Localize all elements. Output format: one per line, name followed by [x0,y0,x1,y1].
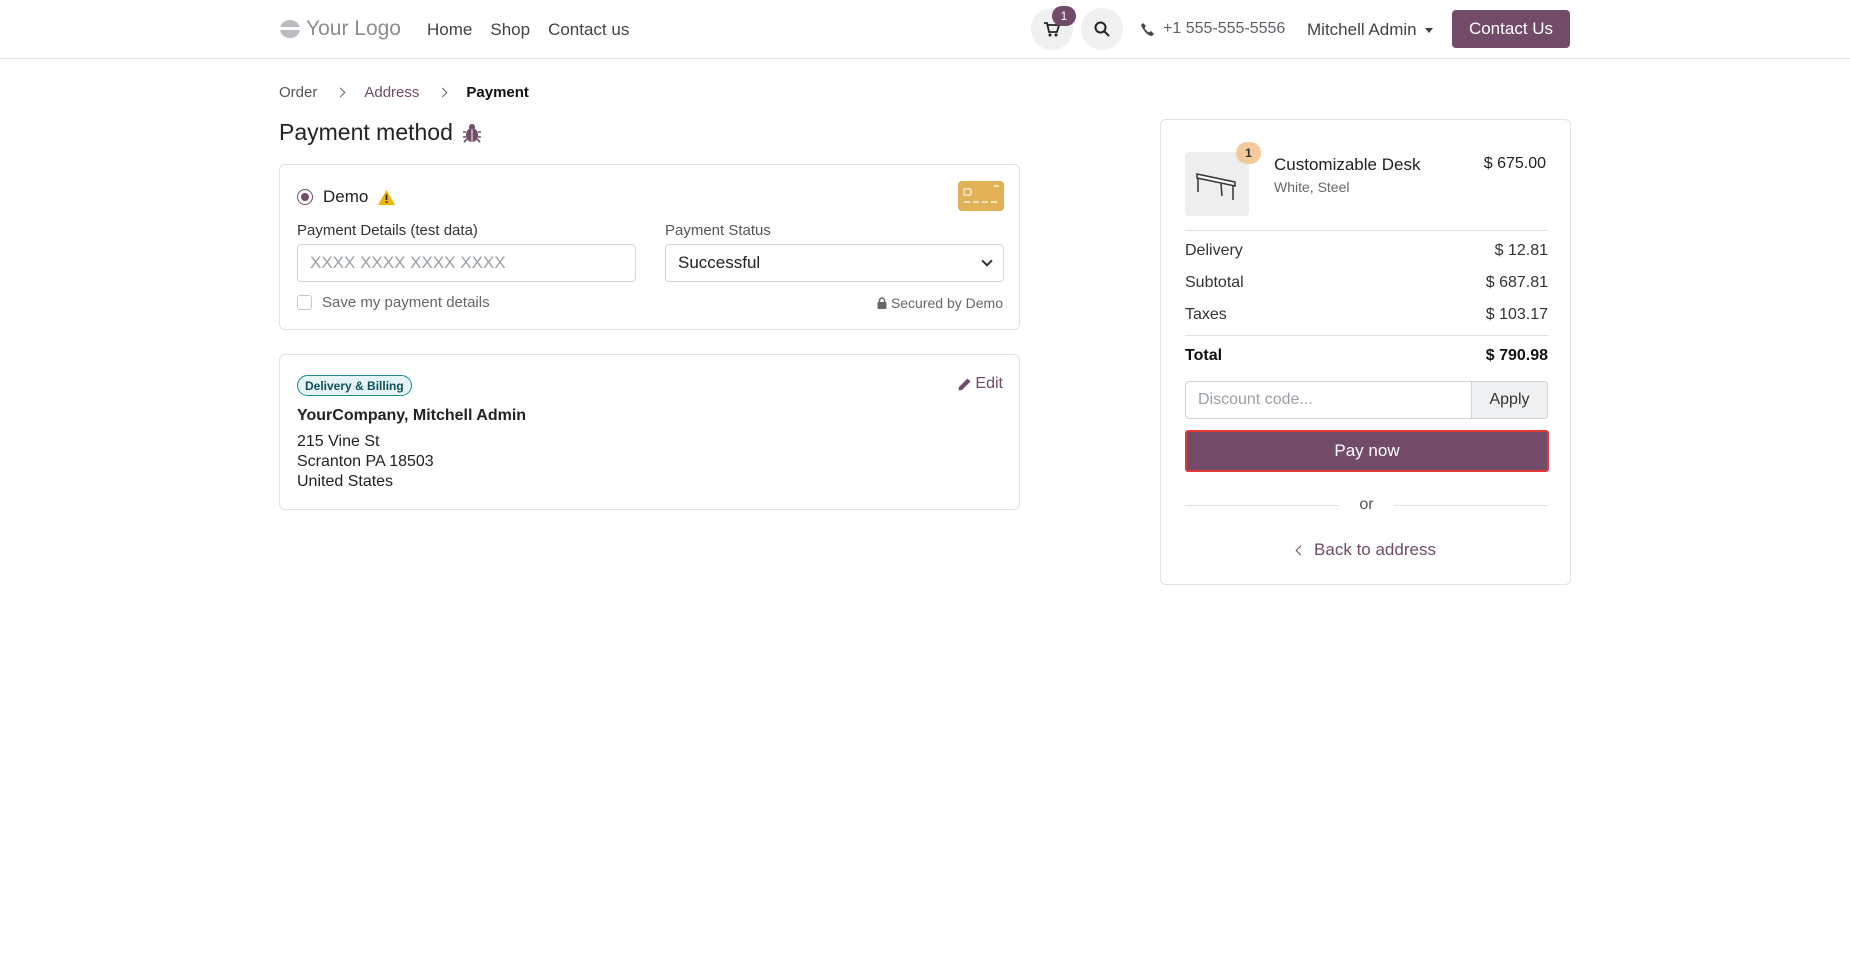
discount-code-input[interactable] [1185,381,1471,419]
taxes-value: $ 103.17 [1485,306,1548,323]
total-value: $ 790.98 [1485,347,1548,364]
address-card: Delivery & Billing Edit YourCompany, Mit… [279,354,1020,510]
payment-option-demo[interactable]: Demo [297,187,396,207]
lock-icon [877,297,887,309]
user-name: Mitchell Admin [1307,20,1417,39]
payment-radio[interactable] [297,189,313,205]
secured-text: Secured by Demo [890,295,1003,311]
payment-status-select[interactable]: Successful [665,244,1004,282]
taxes-row: Taxes $ 103.17 [1185,306,1548,324]
subtotal-row: Subtotal $ 687.81 [1185,274,1548,292]
card-number-input[interactable] [297,244,636,282]
order-summary: 1 Customizable Desk White, Steel $ 675.0… [1160,119,1571,585]
breadcrumb-order[interactable]: Order [279,84,317,101]
back-to-address-link[interactable]: Back to address [1161,540,1572,560]
total-label: Total [1185,347,1223,364]
pencil-icon [958,378,971,390]
logo-text: Your Logo [306,17,401,40]
delivery-value: $ 12.81 [1494,242,1548,259]
phone-icon [1141,22,1154,36]
credit-card-icon [958,181,1004,211]
phone-number: +1 555-555-5556 [1163,20,1286,37]
delivery-label: Delivery [1185,242,1243,259]
chevron-left-icon [1295,545,1306,555]
delivery-billing-badge: Delivery & Billing [297,375,412,396]
site-header: Your Logo Home Shop Contact us 1 +1 555-… [0,0,1850,59]
site-logo[interactable]: Your Logo [279,15,401,43]
total-row: Total $ 790.98 [1185,347,1548,365]
edit-address-link[interactable]: Edit [958,375,1003,393]
product-price: $ 675.00 [1483,155,1546,172]
product-variant: White, Steel [1274,179,1350,195]
payment-method-name: Demo [323,187,369,206]
save-payment-option[interactable]: Save my payment details [297,294,490,311]
nav-shop[interactable]: Shop [490,20,530,40]
phone-link[interactable]: +1 555-555-5556 [1141,20,1285,38]
breadcrumb: Order Address Payment [279,84,529,101]
bug-icon[interactable] [461,122,483,144]
back-to-address-label: Back to address [1314,540,1436,559]
divider [1185,230,1548,231]
address-line: Scranton PA 18503 [297,453,434,470]
nav-home[interactable]: Home [427,20,472,40]
search-icon [1094,21,1110,37]
address-name: YourCompany, Mitchell Admin [297,407,527,424]
delivery-row: Delivery $ 12.81 [1185,242,1548,260]
chevron-down-icon [981,255,993,267]
logo-icon [280,20,300,38]
secured-note: Secured by Demo [877,295,1003,311]
page-title-text: Payment method [279,119,453,145]
payment-status-value: Successful [678,253,761,272]
pay-now-button[interactable]: Pay now [1185,430,1549,472]
payment-method-card: Demo Payment Details (test data) Payment… [279,164,1020,330]
address-line: United States [297,473,394,490]
product-name[interactable]: Customizable Desk [1274,155,1420,175]
edit-label: Edit [975,375,1003,392]
page-title: Payment method [279,119,483,146]
search-button[interactable] [1081,8,1123,50]
main-nav: Home Shop Contact us [427,20,629,40]
save-payment-label: Save my payment details [322,294,490,311]
or-separator: or [1359,496,1374,513]
warning-icon [378,189,396,205]
contact-us-button[interactable]: Contact Us [1452,10,1570,48]
chevron-right-icon [437,87,448,98]
caret-down-icon [1424,27,1433,33]
subtotal-value: $ 687.81 [1485,274,1548,291]
divider [1185,335,1548,336]
chevron-right-icon [335,87,346,98]
breadcrumb-address[interactable]: Address [364,84,419,101]
save-payment-checkbox[interactable] [297,295,312,310]
address-line: 215 Vine St [297,433,380,450]
apply-discount-button[interactable]: Apply [1471,381,1548,419]
product-quantity-badge: 1 [1236,142,1261,164]
taxes-label: Taxes [1185,306,1227,323]
user-menu[interactable]: Mitchell Admin [1307,20,1433,40]
nav-contact[interactable]: Contact us [548,20,629,40]
payment-status-label: Payment Status [665,222,771,239]
breadcrumb-payment: Payment [466,84,529,101]
subtotal-label: Subtotal [1185,274,1244,291]
payment-details-label: Payment Details (test data) [297,222,478,239]
discount-form: Apply [1185,381,1548,419]
cart-count-badge: 1 [1052,6,1076,26]
